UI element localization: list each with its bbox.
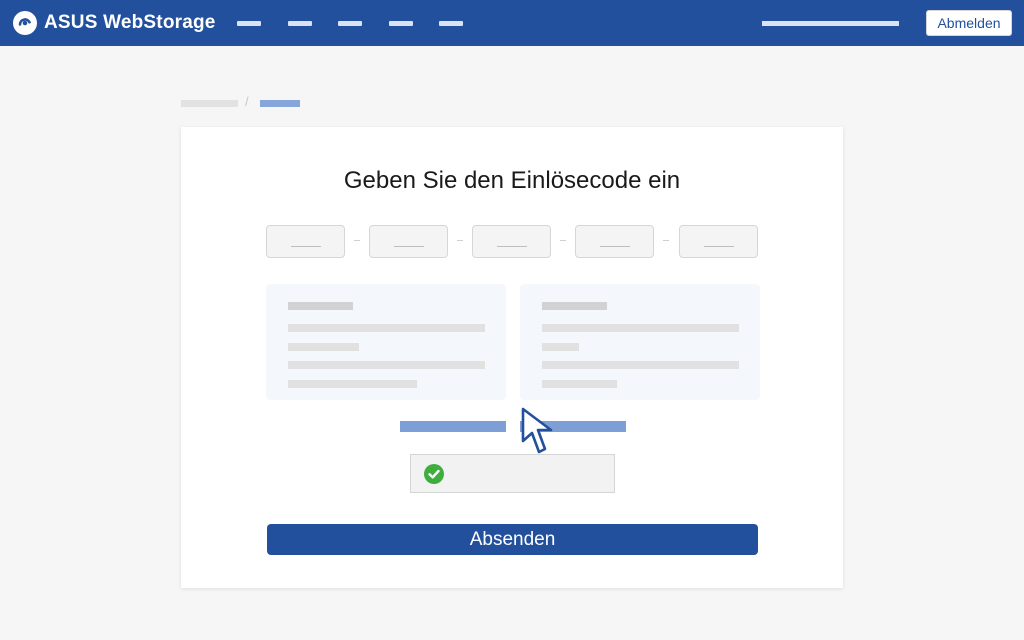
panel-text-line — [288, 380, 417, 388]
redeem-code-card: Geben Sie den Einlösecode ein Absenden — [181, 127, 843, 588]
page-title: Geben Sie den Einlösecode ein — [343, 167, 681, 194]
panel-text-line — [542, 324, 739, 332]
code-input-3[interactable] — [472, 225, 551, 258]
code-separator — [354, 240, 360, 241]
account-info-placeholder — [762, 21, 899, 26]
code-input-1[interactable] — [266, 225, 345, 258]
panel-text-line — [542, 361, 739, 369]
input-underline — [394, 246, 424, 247]
brand-name: ASUS WebStorage — [44, 12, 216, 33]
code-input-4[interactable] — [575, 225, 654, 258]
terms-link[interactable] — [400, 421, 506, 432]
input-underline — [704, 246, 734, 247]
info-panel-right — [520, 284, 760, 400]
captcha-checkbox[interactable] — [410, 454, 615, 493]
checkmark-icon — [424, 464, 444, 484]
code-input-2[interactable] — [369, 225, 448, 258]
input-underline — [291, 246, 321, 247]
code-separator — [457, 240, 463, 241]
panel-heading — [288, 302, 353, 310]
panel-text-line — [288, 324, 485, 332]
panel-text-line — [288, 343, 359, 351]
input-underline — [497, 246, 527, 247]
top-navigation-bar: ASUS WebStorage Abmelden — [0, 0, 1024, 46]
panel-text-line — [542, 380, 617, 388]
mouse-pointer-icon — [521, 407, 553, 454]
code-separator — [663, 240, 669, 241]
submit-button[interactable]: Absenden — [267, 524, 758, 555]
input-underline — [600, 246, 630, 247]
nav-item[interactable] — [439, 21, 463, 26]
info-panel-left — [266, 284, 506, 400]
panel-text-line — [288, 361, 485, 369]
breadcrumb-parent[interactable] — [181, 100, 238, 107]
nav-item[interactable] — [288, 21, 312, 26]
webstorage-cloud-logo-icon — [13, 11, 37, 35]
breadcrumb-current — [260, 100, 300, 107]
brand-logo[interactable]: ASUS WebStorage — [12, 10, 216, 36]
panel-text-line — [542, 343, 579, 351]
code-input-5[interactable] — [679, 225, 758, 258]
nav-item[interactable] — [338, 21, 362, 26]
nav-item[interactable] — [237, 21, 261, 26]
logout-button[interactable]: Abmelden — [926, 10, 1012, 36]
panel-heading — [542, 302, 607, 310]
breadcrumb-separator: / — [245, 94, 249, 109]
nav-item[interactable] — [389, 21, 413, 26]
code-separator — [560, 240, 566, 241]
